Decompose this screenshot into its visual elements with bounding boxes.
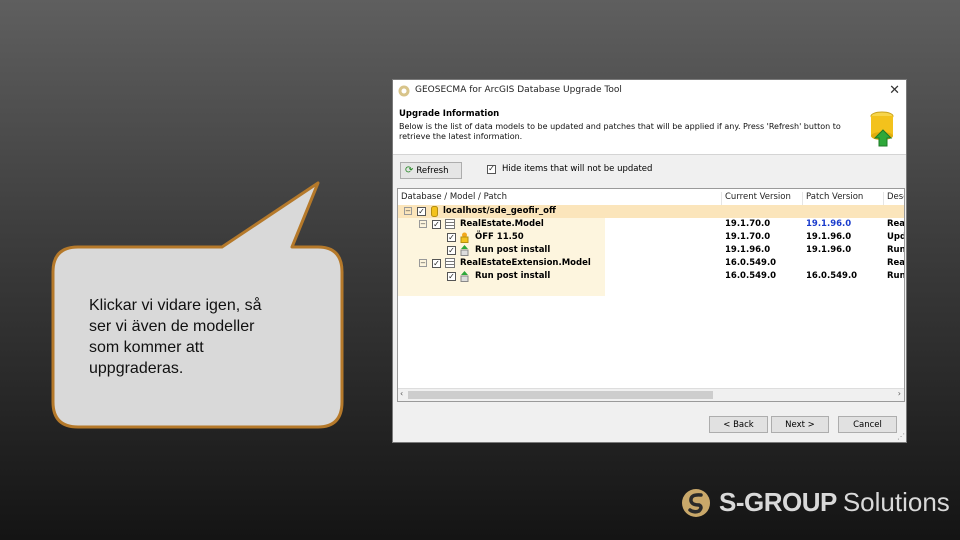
row-name: Run post install (475, 271, 551, 281)
hide-items-checkbox[interactable]: ✓ Hide items that will not be updated (487, 164, 652, 174)
back-button[interactable]: < Back (709, 416, 768, 433)
patch-version: 19.1.96.0 (806, 245, 852, 255)
row-checkbox[interactable]: ✓ (432, 259, 441, 268)
current-version: 19.1.70.0 (725, 219, 771, 229)
collapse-icon[interactable]: − (419, 220, 427, 228)
hide-items-label: Hide items that will not be updated (502, 164, 653, 174)
patch-version: 16.0.549.0 (806, 271, 858, 281)
row-name: RealEstate.Model (460, 219, 544, 229)
description: Run (887, 271, 905, 281)
bubble-line: som kommer att (89, 339, 204, 356)
horizontal-scrollbar[interactable]: ‹ › (398, 388, 904, 401)
column-header[interactable]: Desc (887, 192, 904, 202)
description: Rea (887, 219, 905, 229)
install-icon (460, 271, 469, 285)
table-row[interactable]: ✓ Run post install 16.0.549.0 16.0.549.0… (398, 270, 904, 283)
checkbox-checked-icon[interactable]: ✓ (487, 164, 496, 174)
logo-mark-icon (682, 488, 710, 517)
row-checkbox[interactable]: ✓ (432, 220, 441, 229)
bubble-line: uppgraderas. (89, 360, 184, 377)
upgrade-info-panel: Upgrade Information Below is the list of… (393, 102, 906, 155)
logo-brand-light: Solutions (842, 487, 950, 517)
column-header[interactable]: Current Version (725, 192, 791, 202)
bubble-line: ser vi även de modeller (89, 318, 255, 335)
column-header[interactable]: Patch Version (806, 192, 863, 202)
current-version: 19.1.70.0 (725, 232, 771, 242)
app-icon (398, 85, 410, 100)
table-row[interactable]: ✓ ÖFF 11.50 19.1.70.0 19.1.96.0 Upd (398, 231, 904, 244)
upgrade-tree-grid[interactable]: Database / Model / Patch Current Version… (397, 188, 905, 402)
scroll-right-icon[interactable]: › (898, 389, 901, 398)
window-title: GEOSECMA for ArcGIS Database Upgrade Too… (415, 85, 622, 95)
description: Run (887, 245, 905, 255)
upgrade-tool-window: GEOSECMA for ArcGIS Database Upgrade Too… (392, 79, 907, 443)
bubble-line: Klickar vi vidare igen, så (89, 297, 262, 314)
row-checkbox[interactable]: ✓ (447, 233, 456, 242)
current-version: 19.1.96.0 (725, 245, 771, 255)
database-upgrade-icon (869, 110, 899, 151)
cancel-button[interactable]: Cancel (838, 416, 897, 433)
patch-version: 19.1.96.0 (806, 232, 852, 242)
row-name: Run post install (475, 245, 551, 255)
row-name: localhost/sde_geofir_off (443, 206, 556, 216)
info-description: Below is the list of data models to be u… (399, 122, 841, 141)
close-icon[interactable]: ✕ (889, 83, 900, 98)
scroll-left-icon[interactable]: ‹ (400, 389, 403, 398)
resize-grip-icon[interactable]: ⋰ (897, 432, 905, 441)
table-row[interactable]: − ✓ localhost/sde_geofir_off (398, 205, 904, 218)
current-version: 16.0.549.0 (725, 258, 777, 268)
logo-brand-bold: S-GROUP (719, 487, 837, 517)
row-name: ÖFF 11.50 (475, 232, 524, 242)
toolbar: ⟳ Refresh ✓ Hide items that will not be … (393, 160, 906, 184)
patch-version: 19.1.96.0 (806, 219, 852, 229)
company-logo: S-GROUP Solutions (681, 487, 950, 518)
bubble-text: Klickar vi vidare igen, så ser vi även d… (89, 295, 319, 379)
collapse-icon[interactable]: − (419, 259, 427, 267)
grid-header: Database / Model / Patch Current Version… (398, 189, 904, 208)
table-row[interactable]: − ✓ RealEstateExtension.Model 16.0.549.0… (398, 257, 904, 270)
info-heading: Upgrade Information (399, 109, 500, 119)
collapse-icon[interactable]: − (404, 207, 412, 215)
title-bar: GEOSECMA for ArcGIS Database Upgrade Too… (393, 80, 906, 103)
refresh-button[interactable]: ⟳ Refresh (400, 162, 462, 179)
row-checkbox[interactable]: ✓ (417, 207, 426, 216)
row-checkbox[interactable]: ✓ (447, 246, 456, 255)
table-row[interactable]: ✓ Run post install 19.1.96.0 19.1.96.0 R… (398, 244, 904, 257)
next-button[interactable]: Next > (771, 416, 829, 433)
description: Upd (887, 232, 905, 242)
row-checkbox[interactable]: ✓ (447, 272, 456, 281)
description: Rea (887, 258, 905, 268)
scrollbar-thumb[interactable] (408, 391, 713, 399)
column-header[interactable]: Database / Model / Patch (401, 192, 507, 202)
row-name: RealEstateExtension.Model (460, 258, 591, 268)
table-row[interactable]: − ✓ RealEstate.Model 19.1.70.0 19.1.96.0… (398, 218, 904, 231)
refresh-label: Refresh (416, 165, 449, 176)
current-version: 16.0.549.0 (725, 271, 777, 281)
refresh-icon: ⟳ (405, 165, 414, 176)
